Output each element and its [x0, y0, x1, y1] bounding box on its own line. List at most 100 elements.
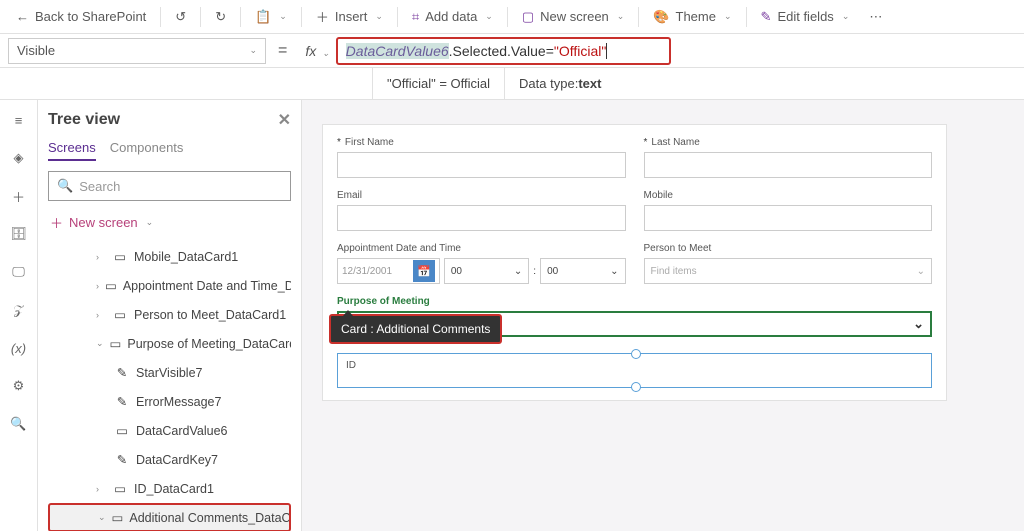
new-screen-button[interactable]: ▢ New screen ⌄ [514, 5, 632, 29]
redo-button[interactable]: ↻ [207, 5, 234, 29]
mobile-input[interactable] [644, 205, 933, 231]
edit-fields-button[interactable]: ✎ Edit fields ⌄ [753, 5, 858, 29]
insert-button[interactable]: ＋ Insert ⌄ [308, 3, 391, 30]
calendar-icon: 📅 [413, 260, 435, 282]
magic-icon: ✎ [761, 9, 772, 25]
tree-item[interactable]: ✎DataCardKey7 [48, 445, 291, 474]
email-input[interactable] [337, 205, 626, 231]
tree-item-selected[interactable]: ⌄▭Additional Comments_DataCard2 [48, 503, 291, 531]
overflow-button[interactable]: ⋯ [861, 5, 890, 29]
tools-icon[interactable]: ⚙ [7, 374, 31, 398]
formula-status: "Official" = Official Data type: text [0, 68, 1024, 100]
formula-selected: DataCardValue6 [346, 43, 449, 59]
screen-icon: ▢ [522, 9, 534, 25]
search-icon: 🔍 [57, 178, 73, 194]
tree-search[interactable]: 🔍 Search [48, 171, 291, 201]
hour-select[interactable]: 00⌄ [444, 258, 529, 284]
email-label: Email [337, 190, 626, 201]
insert-label: Insert [335, 9, 368, 24]
card-icon: ▭ [105, 279, 117, 293]
more-icon: ⋯ [869, 9, 882, 25]
tree-item[interactable]: ›▭Mobile_DataCard1 [48, 242, 291, 271]
tree-item[interactable]: ›▭Appointment Date and Time_DataCa [48, 271, 291, 300]
formula-mid: .Selected.Value= [449, 43, 554, 59]
mobile-label: Mobile [644, 190, 933, 201]
top-ribbon: ← Back to SharePoint ↺ ↻ 📋⌄ ＋ Insert ⌄ ⌗… [0, 0, 1024, 34]
close-icon[interactable]: ✕ [278, 110, 291, 130]
purpose-label: Purpose of Meeting [337, 296, 932, 307]
add-data-button[interactable]: ⌗ Add data ⌄ [404, 5, 501, 29]
tree-item[interactable]: ▭DataCardValue6 [48, 416, 291, 445]
new-screen-link[interactable]: ＋ New screen ⌄ [48, 209, 291, 236]
person-picker[interactable]: Find items⌄ [644, 258, 933, 284]
card-icon: ▭ [112, 511, 124, 525]
database-icon[interactable]: 🗄 [7, 222, 31, 246]
equals-sign: = [274, 42, 291, 60]
clipboard-icon: 📋 [255, 9, 271, 25]
person-label: Person to Meet [644, 243, 933, 254]
formula-input[interactable]: DataCardValue6.Selected.Value="Official" [336, 37, 671, 65]
chevron-down-icon: ⌄ [485, 11, 493, 22]
variable-icon[interactable]: (x) [7, 336, 31, 360]
plus-icon: ＋ [316, 7, 329, 26]
media-icon[interactable]: 🖵 [7, 260, 31, 284]
tree-item[interactable]: ✎ErrorMessage7 [48, 387, 291, 416]
chevron-down-icon: ⌄ [617, 11, 625, 22]
control-icon: ✎ [114, 453, 130, 467]
formula-bar: Visible ⌄ = fx ⌄ DataCardValue6.Selected… [0, 34, 1024, 68]
search-icon[interactable]: 🔍 [7, 412, 31, 436]
left-rail: ≡ ◈ ＋ 🗄 🖵 𝒵 (x) ⚙ 🔍 [0, 100, 38, 531]
chevron-down-icon: ⌄ [724, 11, 732, 22]
data-icon: ⌗ [412, 9, 419, 25]
new-screen-label: New screen [540, 9, 609, 24]
datatype: Data type: text [504, 68, 615, 99]
property-selector[interactable]: Visible ⌄ [8, 38, 266, 64]
chevron-down-icon: ⌄ [249, 45, 257, 56]
canvas-area: *First Name *Last Name Email Mobile [302, 100, 1024, 531]
property-label: Visible [17, 43, 55, 58]
back-button[interactable]: ← Back to SharePoint [8, 5, 154, 28]
flow-icon[interactable]: 𝒵 [7, 298, 31, 322]
chevron-down-icon: ⌄ [375, 11, 383, 22]
tree-item[interactable]: ✎StarVisible7 [48, 358, 291, 387]
card-tooltip: Card : Additional Comments [329, 314, 502, 344]
card-icon: ▭ [110, 337, 122, 351]
undo-button[interactable]: ↺ [167, 5, 194, 29]
control-icon: ✎ [114, 366, 130, 380]
chevron-down-icon: ⌄ [842, 11, 850, 22]
layers-icon[interactable]: ◈ [7, 146, 31, 170]
tree-title: Tree view [48, 111, 120, 129]
id-card-selected[interactable]: ID [337, 353, 932, 388]
tree-item[interactable]: ›▭ID_DataCard1 [48, 474, 291, 503]
tab-screens[interactable]: Screens [48, 140, 96, 161]
card-icon: ▭ [112, 482, 128, 496]
theme-button[interactable]: 🎨 Theme ⌄ [645, 5, 739, 29]
arrow-left-icon: ← [16, 9, 29, 24]
paste-button[interactable]: 📋⌄ [247, 5, 295, 29]
hamburger-icon[interactable]: ≡ [7, 108, 31, 132]
minute-select[interactable]: 00⌄ [540, 258, 625, 284]
plus-icon: ＋ [50, 213, 63, 232]
appt-label: Appointment Date and Time [337, 243, 626, 254]
card-icon: ▭ [114, 424, 130, 438]
form-card: *First Name *Last Name Email Mobile [322, 124, 947, 401]
tree-item[interactable]: ›▭Person to Meet_DataCard1 [48, 300, 291, 329]
plus-icon[interactable]: ＋ [7, 184, 31, 208]
edit-fields-label: Edit fields [777, 9, 833, 24]
last-name-label: Last Name [651, 137, 699, 148]
tree-item[interactable]: ⌄▭Purpose of Meeting_DataCard1 [48, 329, 291, 358]
card-icon: ▭ [112, 250, 128, 264]
first-name-input[interactable] [337, 152, 626, 178]
tree-panel: Tree view ✕ Screens Components 🔍 Search … [38, 100, 302, 531]
chevron-down-icon: ⌄ [279, 11, 287, 22]
first-name-label: First Name [345, 137, 394, 148]
search-placeholder: Search [79, 179, 120, 194]
formula-literal: "Official" [554, 43, 606, 59]
id-label: ID [346, 360, 923, 371]
last-name-input[interactable] [644, 152, 933, 178]
fx-label: fx ⌄ [299, 43, 335, 59]
chevron-down-icon: ⌄ [146, 217, 154, 228]
date-picker[interactable]: 12/31/2001 📅 [337, 258, 440, 284]
eval-result: "Official" = Official [372, 68, 504, 99]
tab-components[interactable]: Components [110, 140, 184, 161]
